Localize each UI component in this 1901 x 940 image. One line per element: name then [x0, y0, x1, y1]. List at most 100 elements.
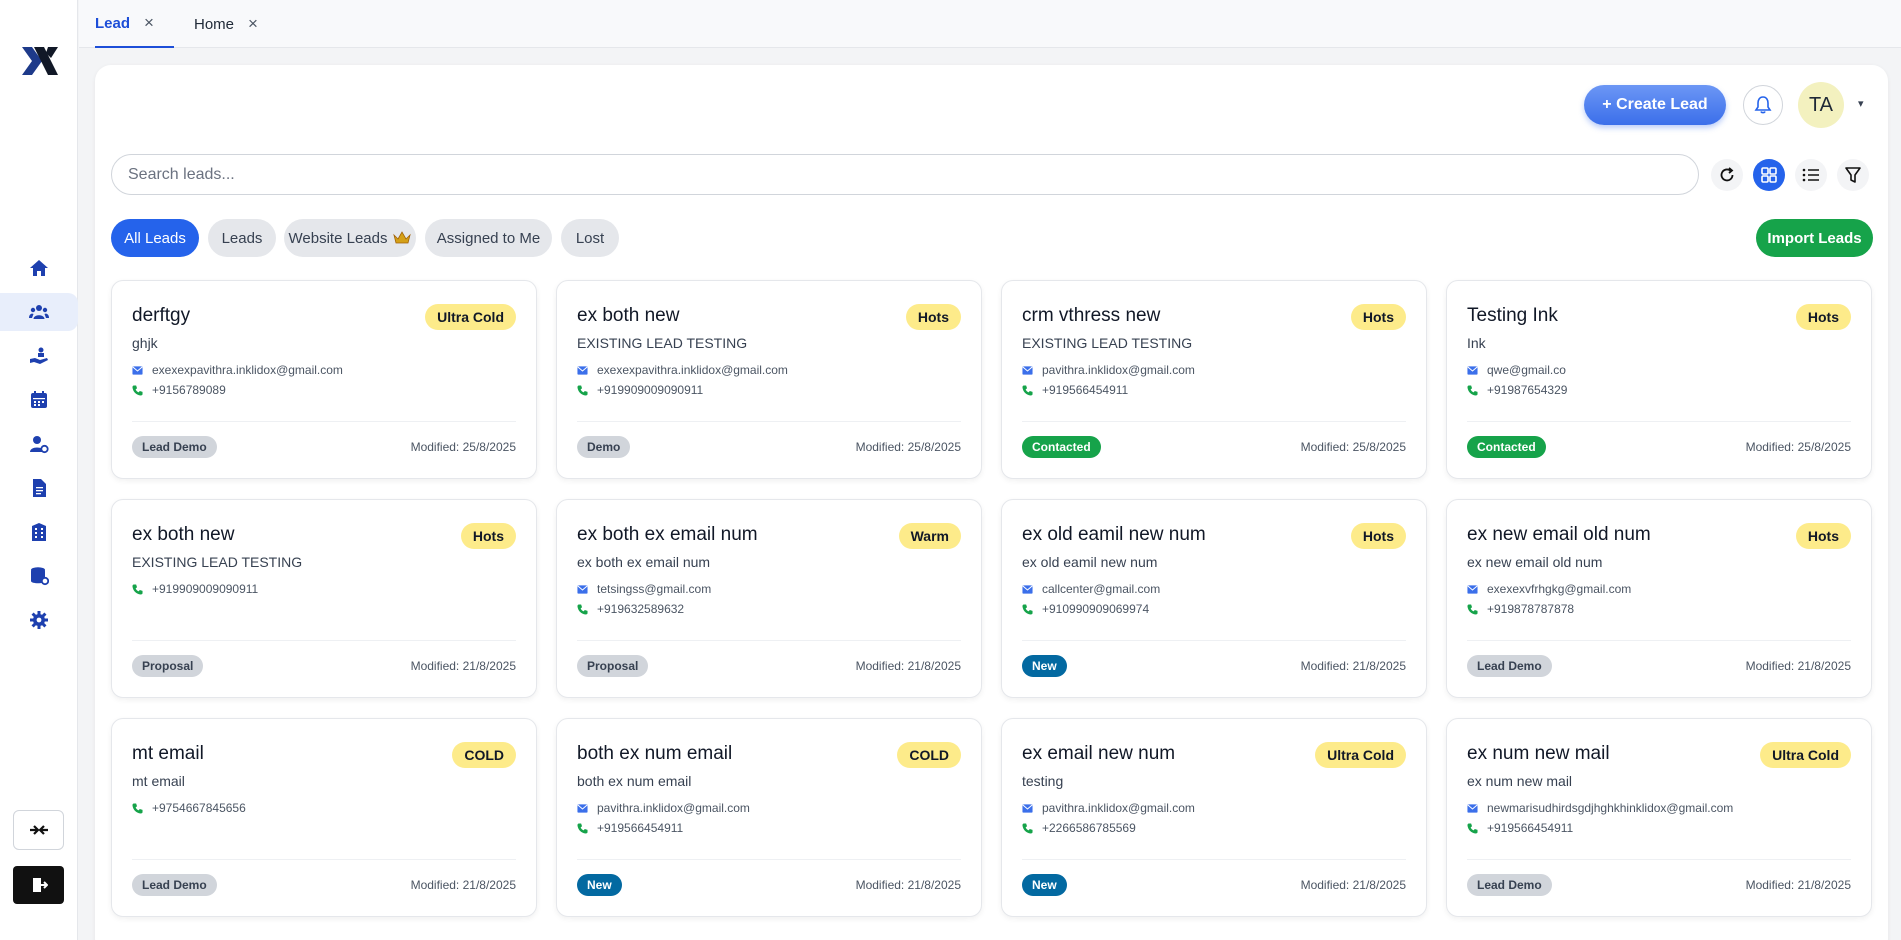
- status-badge: New: [1022, 874, 1067, 896]
- notifications-button[interactable]: [1743, 85, 1783, 125]
- import-leads-button[interactable]: Import Leads: [1756, 219, 1873, 257]
- lead-card[interactable]: mt email COLD mt email +9754667845656 Lead D…: [111, 718, 537, 917]
- lead-card[interactable]: ex both new Hots EXISTING LEAD TESTING exex…: [556, 280, 982, 479]
- lead-card[interactable]: ex both ex email num Warm ex both ex email…: [556, 499, 982, 698]
- search-input[interactable]: [111, 154, 1699, 195]
- phone-text: +2266586785569: [1042, 821, 1136, 835]
- close-icon[interactable]: ×: [248, 14, 258, 34]
- phone-text: +9754667845656: [152, 801, 246, 815]
- envelope-icon: [577, 584, 588, 594]
- email-text: pavithra.inklidox@gmail.com: [1042, 363, 1195, 377]
- phone-text: +919632589632: [597, 602, 685, 616]
- envelope-icon: [1467, 584, 1478, 594]
- status-badge: Proposal: [577, 655, 649, 677]
- lead-card[interactable]: ex both new Hots EXISTING LEAD TESTING +919…: [111, 499, 537, 698]
- lead-subtitle: ex new email old num: [1467, 554, 1603, 570]
- card-divider: [1467, 859, 1851, 860]
- sidebar-item-user-gear[interactable]: [0, 425, 78, 463]
- temperature-badge: Warm: [898, 523, 961, 549]
- filter-chip-assigned-to-me[interactable]: Assigned to Me: [425, 219, 552, 257]
- lead-card[interactable]: ex new email old num Hots ex new email old…: [1446, 499, 1872, 698]
- filter-chip-lost[interactable]: Lost: [561, 219, 619, 257]
- list-view-button[interactable]: [1795, 159, 1827, 191]
- close-icon[interactable]: ×: [144, 13, 154, 33]
- lead-phone: +919909009090911: [132, 582, 258, 596]
- status-badge: Lead Demo: [1467, 655, 1552, 677]
- tab-lead[interactable]: Lead ×: [95, 0, 174, 48]
- card-divider: [132, 859, 516, 860]
- user-avatar[interactable]: TA: [1798, 82, 1844, 128]
- lead-card[interactable]: derftgy Ultra Cold ghjk exexexpavithra.inkl…: [111, 280, 537, 479]
- list-icon: [1802, 168, 1819, 182]
- lead-phone: +910990909069974: [1022, 602, 1149, 616]
- lead-email: qwe@gmail.co: [1467, 363, 1566, 377]
- lead-subtitle: ex num new mail: [1467, 773, 1573, 789]
- card-divider: [577, 421, 961, 422]
- filter-chip-all-leads[interactable]: All Leads: [111, 219, 199, 257]
- sidebar-item-document[interactable]: [0, 469, 78, 507]
- temperature-badge: Hots: [905, 304, 961, 330]
- lead-email: callcenter@gmail.com: [1022, 582, 1160, 596]
- temperature-badge: Hots: [1795, 523, 1851, 549]
- envelope-icon: [132, 365, 143, 375]
- envelope-icon: [1022, 365, 1033, 375]
- lead-subtitle: mt email: [132, 773, 185, 789]
- phone-icon: [577, 822, 588, 834]
- grid-view-button[interactable]: [1753, 159, 1785, 191]
- temperature-badge: Hots: [460, 523, 516, 549]
- refresh-icon: [1720, 167, 1734, 182]
- sidebar-item-hand-holding[interactable]: [0, 337, 78, 375]
- lead-card[interactable]: ex email new num Ultra Cold testing pavithr…: [1001, 718, 1427, 917]
- lead-phone: +9156789089: [132, 383, 226, 397]
- lead-card[interactable]: ex num new mail Ultra Cold ex num new mail…: [1446, 718, 1872, 917]
- create-lead-button[interactable]: + Create Lead: [1584, 85, 1726, 125]
- app-logo[interactable]: [20, 44, 60, 78]
- email-text: pavithra.inklidox@gmail.com: [1042, 801, 1195, 815]
- document-icon: [33, 479, 46, 497]
- sidebar-item-building[interactable]: [0, 513, 78, 551]
- tab-label: Home: [194, 15, 235, 33]
- temperature-badge: Hots: [1350, 304, 1406, 330]
- sidebar-item-settings[interactable]: [0, 601, 78, 639]
- lead-card[interactable]: crm vthress new Hots EXISTING LEAD TESTING…: [1001, 280, 1427, 479]
- chevron-down-icon[interactable]: ▾: [1858, 97, 1864, 110]
- modified-date: Modified: 21/8/2025: [1300, 659, 1406, 673]
- sidebar-item-home[interactable]: [0, 249, 78, 287]
- temperature-badge: COLD: [452, 742, 516, 768]
- sidebar: [0, 0, 78, 940]
- tab-home[interactable]: Home ×: [194, 0, 258, 48]
- phone-icon: [1022, 822, 1033, 834]
- card-divider: [1467, 421, 1851, 422]
- sidebar-item-calendar[interactable]: [0, 381, 78, 419]
- logout-button[interactable]: [13, 866, 64, 904]
- envelope-icon: [577, 803, 588, 813]
- collapse-sidebar-button[interactable]: [13, 810, 64, 850]
- status-badge: Proposal: [132, 655, 204, 677]
- phone-text: +919566454911: [1487, 821, 1574, 835]
- modified-date: Modified: 21/8/2025: [855, 878, 961, 892]
- card-divider: [132, 640, 516, 641]
- grid-icon: [1761, 167, 1777, 183]
- lead-phone: +919566454911: [1022, 383, 1128, 397]
- card-divider: [1022, 640, 1406, 641]
- lead-email: newmarisudhirdsgdjhghkhinklidox@gmail.co…: [1467, 801, 1733, 815]
- phone-icon: [577, 603, 588, 615]
- modified-date: Modified: 25/8/2025: [855, 440, 961, 454]
- status-badge: Lead Demo: [132, 874, 217, 896]
- filter-chip-website-leads[interactable]: Website Leads: [284, 219, 416, 257]
- filter-button[interactable]: [1837, 159, 1869, 191]
- filter-chip-leads[interactable]: Leads: [208, 219, 276, 257]
- lead-card[interactable]: both ex num email COLD both ex num email pa…: [556, 718, 982, 917]
- sidebar-item-database-gear[interactable]: [0, 557, 78, 595]
- email-text: callcenter@gmail.com: [1042, 582, 1161, 596]
- phone-icon: [1022, 603, 1033, 615]
- lead-card[interactable]: ex old eamil new num Hots ex old eamil new…: [1001, 499, 1427, 698]
- sidebar-item-users[interactable]: [0, 293, 78, 331]
- lead-card[interactable]: Testing Ink Hots Ink qwe@gmail.co +919876543…: [1446, 280, 1872, 479]
- crown-icon: [393, 231, 412, 244]
- home-icon: [30, 260, 48, 276]
- lead-name: derftgy: [132, 305, 191, 326]
- email-text: exexexvfrhgkg@gmail.com: [1487, 582, 1632, 596]
- refresh-button[interactable]: [1711, 159, 1743, 191]
- lead-name: ex both new: [577, 305, 680, 326]
